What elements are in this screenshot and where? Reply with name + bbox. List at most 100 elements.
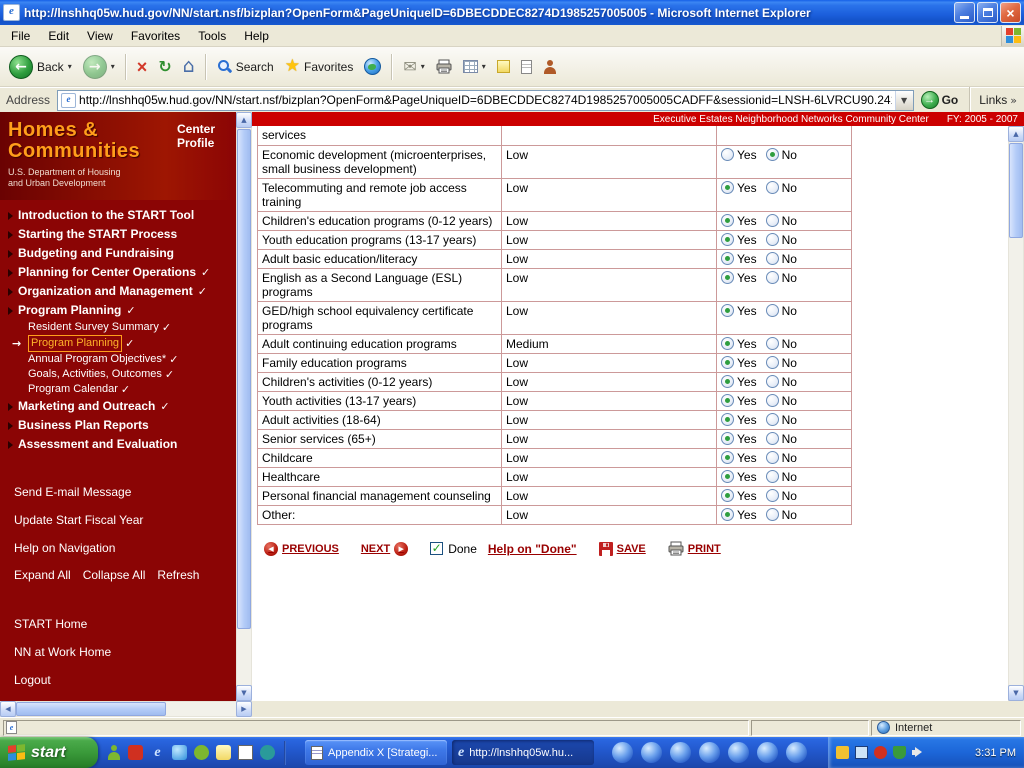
no-radio[interactable] [765,271,779,284]
taskbar-round-icon[interactable] [786,742,807,763]
yes-radio[interactable] [721,394,734,407]
research-button[interactable] [516,57,537,77]
next-button[interactable]: NEXT ▶ [361,541,409,556]
quicklaunch-icon[interactable] [128,745,143,760]
mail-dropdown-icon[interactable]: ▾ [421,62,425,71]
scroll-thumb[interactable] [16,702,166,716]
print-link[interactable]: PRINT [668,541,721,556]
forward-button[interactable]: → ▾ [78,52,120,82]
tray-icon[interactable] [836,746,849,759]
stop-button[interactable]: × [132,55,153,79]
taskbar-round-icon[interactable] [612,742,633,763]
sidebar-item[interactable]: Program Planning ✓ [0,301,236,320]
yes-radio[interactable] [721,252,734,265]
edit-dropdown-icon[interactable]: ▾ [482,62,486,71]
sidebar-subitem[interactable]: Program Calendar ✓ [12,382,236,397]
yes-radio[interactable] [721,181,734,194]
yes-radio[interactable] [721,148,734,161]
no-radio[interactable] [765,394,779,407]
sidebar-item[interactable]: Business Plan Reports [0,416,236,435]
mail-button[interactable]: ✉ ▾ [398,56,429,78]
quicklaunch-icon[interactable] [238,745,253,760]
horizontal-scrollbar[interactable]: ◀ ▶ [0,701,252,717]
no-radio[interactable] [765,508,779,521]
sidebar-subitem[interactable]: Goals, Activities, Outcomes ✓ [12,367,236,382]
sidebar-item[interactable]: Assessment and Evaluation [0,435,236,454]
taskbar-window-ie[interactable]: e http://lnshhq05w.hu... [452,740,594,765]
yes-radio[interactable] [721,304,734,317]
scroll-left-button[interactable]: ◀ [0,701,16,717]
scroll-thumb[interactable] [237,129,251,629]
no-radio[interactable] [765,489,779,502]
messenger-button[interactable] [538,57,562,77]
tray-volume-icon[interactable] [912,746,925,759]
scroll-up-button[interactable]: ▲ [236,112,252,128]
sidebar-subitem[interactable]: Resident Survey Summary ✓ [12,320,236,335]
menu-file[interactable]: File [2,26,39,46]
print-button[interactable] [431,56,457,77]
scroll-down-button[interactable]: ▼ [1008,685,1024,701]
yes-radio[interactable] [721,470,734,483]
menu-edit[interactable]: Edit [39,26,78,46]
taskbar-round-icon[interactable] [641,742,662,763]
taskbar-round-icon[interactable] [699,742,720,763]
quicklaunch-icon[interactable] [260,745,275,760]
sidebar-link[interactable]: Help on Navigation [0,534,236,562]
no-radio[interactable] [765,356,779,369]
scroll-thumb[interactable] [1009,143,1023,238]
quicklaunch-icon[interactable] [194,745,209,760]
taskbar-round-icon[interactable] [757,742,778,763]
yes-radio[interactable] [721,271,734,284]
no-radio[interactable] [765,337,779,350]
sidebar-link[interactable]: Collapse All [83,568,146,582]
no-radio[interactable] [765,233,779,246]
sidebar-link[interactable]: Refresh [157,568,199,582]
yes-radio[interactable] [721,214,734,227]
sidebar-subitem[interactable]: Annual Program Objectives* ✓ [12,352,236,367]
back-button[interactable]: ← Back ▾ [4,52,77,82]
scroll-up-button[interactable]: ▲ [1008,126,1024,142]
taskbar-window-appendix[interactable]: Appendix X [Strategi... [305,740,447,765]
no-radio[interactable] [765,252,779,265]
links-button[interactable]: Links » [979,93,1021,107]
refresh-button[interactable]: ↻ [153,56,176,78]
sidebar-item[interactable]: Starting the START Process [0,225,236,244]
tray-icon[interactable] [874,746,887,759]
tray-monitor-icon[interactable] [855,746,868,759]
previous-button[interactable]: ◀ PREVIOUS [264,541,339,556]
sidebar-item[interactable]: Introduction to the START Tool [0,206,236,225]
address-url[interactable]: http://lnshhq05w.hud.gov/NN/start.nsf/bi… [79,93,892,107]
start-button[interactable]: start [0,737,98,768]
yes-radio[interactable] [721,233,734,246]
quicklaunch-icon[interactable] [216,745,231,760]
scroll-down-button[interactable]: ▼ [236,685,252,701]
menu-view[interactable]: View [78,26,122,46]
yes-radio[interactable] [721,356,734,369]
no-radio[interactable] [765,375,779,388]
maximize-button[interactable] [977,2,998,23]
scroll-right-button[interactable]: ▶ [236,701,252,717]
sidebar-item[interactable]: Planning for Center Operations ✓ [0,263,236,282]
minimize-button[interactable] [954,2,975,23]
yes-radio[interactable] [721,489,734,502]
main-scrollbar[interactable]: ▲ ▼ [1008,126,1024,701]
history-button[interactable] [359,55,386,78]
no-radio[interactable] [765,451,779,464]
no-radio[interactable] [765,181,779,194]
sidebar-scrollbar[interactable]: ▲ ▼ [236,112,252,701]
sidebar-link[interactable]: Expand All [14,568,71,582]
sidebar-link[interactable]: Logout [0,666,236,694]
no-radio[interactable] [765,304,779,317]
yes-radio[interactable] [721,451,734,464]
yes-radio[interactable] [721,375,734,388]
go-button[interactable]: → Go [918,91,962,109]
yes-radio[interactable] [721,337,734,350]
no-radio[interactable] [765,214,779,227]
no-radio[interactable] [765,432,779,445]
forward-dropdown-icon[interactable]: ▾ [111,62,115,71]
taskbar-round-icon[interactable] [728,742,749,763]
quicklaunch-messenger-icon[interactable] [106,745,121,760]
quicklaunch-ie-icon[interactable]: e [150,745,165,760]
close-button[interactable]: × [1000,2,1021,23]
sidebar-link[interactable]: Send E-mail Message [0,478,236,506]
